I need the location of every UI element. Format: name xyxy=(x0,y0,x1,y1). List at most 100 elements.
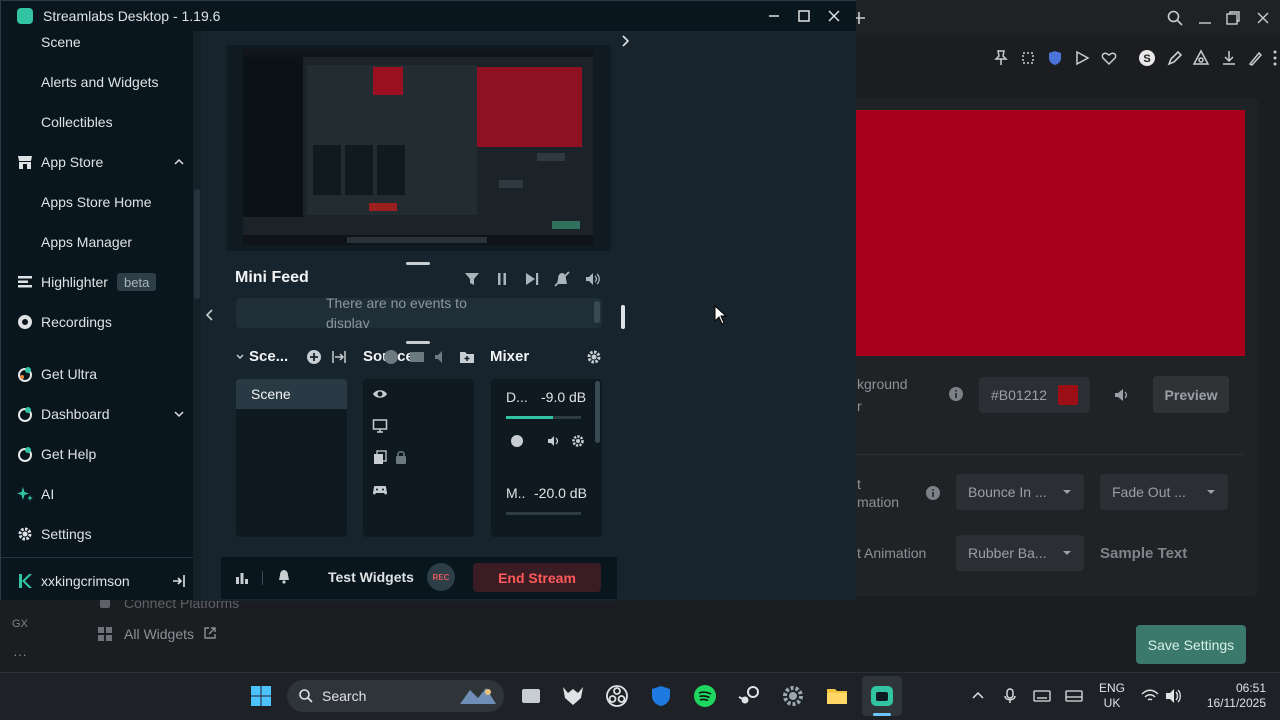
minimize-icon[interactable] xyxy=(764,6,784,26)
game-capture-icon[interactable] xyxy=(372,482,388,498)
mute-alerts-icon[interactable] xyxy=(554,271,570,287)
gear-icon[interactable] xyxy=(571,434,585,448)
color-input[interactable]: #B01212 xyxy=(979,377,1090,413)
keyboard-icon[interactable] xyxy=(1033,689,1051,703)
volume-icon[interactable] xyxy=(1165,688,1183,704)
skip-icon[interactable] xyxy=(524,271,540,287)
spotify-icon[interactable] xyxy=(693,684,717,708)
mixer-scrollbar[interactable] xyxy=(595,381,600,443)
microphone-icon[interactable] xyxy=(1003,688,1017,704)
notification-bell-icon[interactable] xyxy=(276,568,292,584)
sidebar-user[interactable]: xxkingcrimson xyxy=(1,563,193,599)
mini-feed-list[interactable]: There are no events to display xyxy=(236,298,602,328)
lock-icon[interactable] xyxy=(394,450,408,464)
download-icon[interactable] xyxy=(1220,49,1238,67)
sidebar-item-apps-manager[interactable]: Apps Manager xyxy=(1,224,193,260)
language-indicator[interactable]: ENG UK xyxy=(1096,681,1128,711)
gx-label[interactable]: GX xyxy=(12,618,28,630)
source-audio-icon[interactable] xyxy=(434,349,450,365)
mixer-settings-gear-icon[interactable] xyxy=(586,349,602,365)
more-dots[interactable]: ··· xyxy=(13,646,27,662)
tray-chevron-up-icon[interactable] xyxy=(971,689,985,703)
chevron-right-icon[interactable] xyxy=(619,33,631,49)
window-source-icon[interactable] xyxy=(372,450,388,466)
preview-resize-handle[interactable] xyxy=(406,262,430,265)
pin-icon[interactable] xyxy=(992,49,1010,67)
sidebar-item-settings[interactable]: Settings xyxy=(1,516,193,552)
display-icon[interactable] xyxy=(1065,689,1083,703)
crop-icon[interactable] xyxy=(1019,49,1037,67)
collapse-left-icon[interactable] xyxy=(204,307,216,323)
feed-scrollbar[interactable] xyxy=(594,301,600,323)
color-swatch[interactable] xyxy=(1058,385,1078,405)
sidebar-item-get-ultra[interactable]: Get Ultra xyxy=(1,356,193,392)
speaker-icon[interactable] xyxy=(547,434,561,448)
sidebar-item-dashboard[interactable]: Dashboard xyxy=(1,396,193,432)
steam-icon[interactable] xyxy=(737,684,761,708)
edit-icon[interactable] xyxy=(1166,49,1184,67)
add-source-icon[interactable] xyxy=(383,349,399,365)
add-scene-icon[interactable] xyxy=(306,349,322,365)
settings-gear-icon[interactable] xyxy=(781,684,805,708)
sidebar-item-scene[interactable]: Scene xyxy=(1,24,193,60)
preview-button[interactable]: Preview xyxy=(1153,376,1229,413)
obs-icon[interactable] xyxy=(605,684,629,708)
defender-icon[interactable] xyxy=(649,684,673,708)
test-widgets-button[interactable]: Test Widgets xyxy=(328,569,414,585)
pane-resize-handle[interactable] xyxy=(621,305,625,329)
filter-icon[interactable] xyxy=(464,271,480,287)
heart-icon[interactable] xyxy=(1100,49,1118,67)
display-capture-icon[interactable] xyxy=(372,418,388,434)
rec-button[interactable]: REC xyxy=(427,563,455,591)
end-stream-button[interactable]: End Stream xyxy=(473,563,601,592)
all-widgets-link[interactable]: All Widgets xyxy=(124,626,194,642)
restore-icon[interactable] xyxy=(1224,9,1242,27)
feed-resize-handle[interactable] xyxy=(406,341,430,344)
search-icon[interactable] xyxy=(1166,9,1184,27)
sidebar-item-get-help[interactable]: Get Help xyxy=(1,436,193,472)
streamlabs-taskbar-icon[interactable] xyxy=(870,684,894,708)
pause-icon[interactable] xyxy=(494,271,510,287)
sidebar-item-ai[interactable]: AI xyxy=(1,476,193,512)
close-icon[interactable] xyxy=(824,6,844,26)
file-explorer-icon[interactable] xyxy=(825,684,849,708)
scene-item[interactable]: Scene xyxy=(236,379,347,409)
sidebar-item-recordings[interactable]: Recordings xyxy=(1,304,193,340)
save-settings-button[interactable]: Save Settings xyxy=(1136,625,1246,664)
text-animation-select[interactable]: Rubber Ba... xyxy=(956,535,1084,571)
clock[interactable]: 06:51 16/11/2025 xyxy=(1194,681,1266,711)
task-view-icon[interactable] xyxy=(519,684,543,708)
maximize-icon[interactable] xyxy=(794,6,814,26)
sidebar-item-collectibles[interactable]: Collectibles xyxy=(1,104,193,140)
sidebar-item-apps-store-home[interactable]: Apps Store Home xyxy=(1,184,193,220)
close-icon[interactable] xyxy=(1254,9,1272,27)
play-icon[interactable] xyxy=(1073,49,1091,67)
app-wolf-icon[interactable] xyxy=(561,684,585,708)
hide-animation-select[interactable]: Fade Out ... xyxy=(1100,474,1228,510)
pen-icon[interactable] xyxy=(1247,49,1265,67)
source-group-icon[interactable] xyxy=(409,349,425,365)
show-animation-select[interactable]: Bounce In ... xyxy=(956,474,1084,510)
sidebar-scrollbar[interactable] xyxy=(193,31,201,601)
volume-icon[interactable] xyxy=(585,271,601,287)
extension-s-icon[interactable]: S xyxy=(1138,49,1156,67)
add-folder-icon[interactable] xyxy=(459,349,475,365)
stats-icon[interactable] xyxy=(234,569,250,585)
chevron-down-icon[interactable] xyxy=(235,352,245,362)
windows-start-icon[interactable] xyxy=(249,684,273,708)
sidebar-item-app-store[interactable]: App Store xyxy=(1,144,193,180)
more-icon[interactable] xyxy=(1266,49,1280,67)
scene-transition-icon[interactable] xyxy=(331,349,347,365)
chevron-up-icon[interactable] xyxy=(173,156,185,168)
shield-icon[interactable] xyxy=(1046,49,1064,67)
minimize-icon[interactable] xyxy=(1196,9,1214,27)
stream-preview[interactable] xyxy=(227,45,611,251)
wifi-icon[interactable] xyxy=(1141,688,1159,704)
sidebar-item-alerts-widgets[interactable]: Alerts and Widgets xyxy=(1,64,193,100)
speaker-icon[interactable] xyxy=(1113,386,1131,404)
chevron-down-icon[interactable] xyxy=(173,408,185,420)
eye-icon[interactable] xyxy=(372,386,388,402)
sidebar-scrollbar-thumb[interactable] xyxy=(194,189,200,299)
mixer-volume-knob[interactable] xyxy=(510,434,524,448)
extension-icon[interactable] xyxy=(1192,49,1210,67)
